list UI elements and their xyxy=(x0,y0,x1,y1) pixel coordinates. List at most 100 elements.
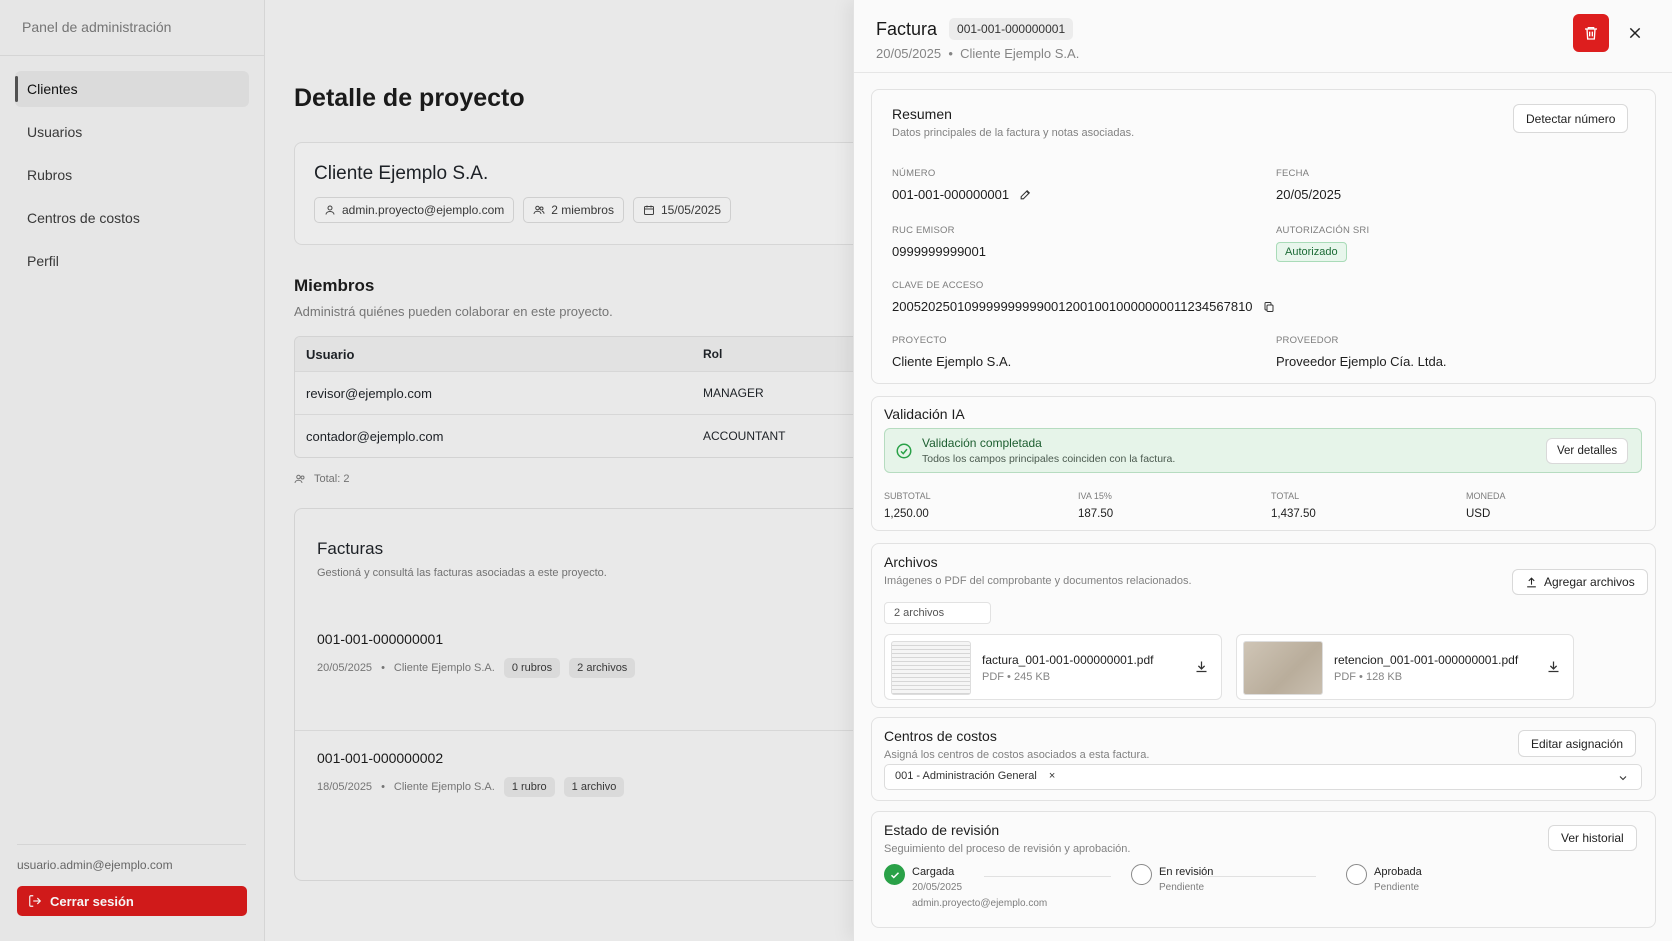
iva-value: 187.50 xyxy=(1078,508,1114,520)
numero-value: 001-001-000000001 xyxy=(892,187,1010,202)
step-status: Pendiente xyxy=(1374,882,1420,893)
edit-assignment-button[interactable]: Editar asignación xyxy=(1518,730,1637,757)
review-status-card: Estado de revisión Seguimiento del proce… xyxy=(871,811,1656,928)
view-details-button[interactable]: Ver detalles xyxy=(1546,438,1629,464)
file-name: factura_001-001-000000001.pdf xyxy=(982,653,1154,667)
field-clave: Clave de acceso 200520250109999999999001… xyxy=(892,280,1275,314)
meta-separator: • xyxy=(948,46,953,61)
add-files-label: Agregar archivos xyxy=(1544,575,1635,589)
field-fecha: Fecha 20/05/2025 xyxy=(1276,168,1341,202)
download-icon[interactable] xyxy=(1546,659,1561,674)
invoice-detail-panel: Factura 001-001-000000001 20/05/2025 • C… xyxy=(853,0,1672,941)
file-thumbnail xyxy=(891,641,971,695)
validation-status-title: Validación completada xyxy=(922,436,1042,450)
step-name: Aprobada xyxy=(1374,866,1422,878)
moneda-label: Moneda xyxy=(1466,491,1506,501)
files-count: 2 archivos xyxy=(884,602,991,624)
summary-title: Resumen xyxy=(892,106,952,122)
total-value: 1,437.50 xyxy=(1271,508,1316,520)
copy-icon[interactable] xyxy=(1263,301,1275,313)
proveedor-label: Proveedor xyxy=(1276,335,1339,346)
file-meta: PDF • 128 KB xyxy=(1334,671,1403,683)
file-item[interactable]: retencion_001-001-000000001.pdf PDF • 12… xyxy=(1236,634,1574,700)
panel-meta: 20/05/2025 • Cliente Ejemplo S.A. xyxy=(876,46,1650,61)
cost-center-select[interactable]: 001 - Administración General × xyxy=(884,764,1642,790)
file-name: retencion_001-001-000000001.pdf xyxy=(1334,653,1519,667)
step-user: admin.proyecto@ejemplo.com xyxy=(912,898,1048,909)
ruc-label: RUC emisor xyxy=(892,225,955,236)
view-history-button[interactable]: Ver historial xyxy=(1548,825,1637,851)
field-numero: Número 001-001-000000001 xyxy=(892,168,1032,202)
step-name: Cargada xyxy=(912,866,955,878)
file-meta: PDF • 245 KB xyxy=(982,671,1051,683)
file-thumbnail xyxy=(1243,641,1323,695)
proyecto-label: Proyecto xyxy=(892,335,947,346)
chevron-down-icon xyxy=(1619,776,1627,781)
iva-field: IVA 15% 187.50 xyxy=(1078,491,1113,520)
review-title: Estado de revisión xyxy=(884,822,1000,838)
subtotal-value: 1,250.00 xyxy=(884,508,929,520)
check-icon xyxy=(890,871,899,879)
moneda-value: USD xyxy=(1466,508,1491,520)
validation-status-box: Validación completada Todos los campos p… xyxy=(884,428,1642,473)
cost-centers-title: Centros de costos xyxy=(884,728,997,744)
cost-centers-subtitle: Asigná los centros de costos asociados a… xyxy=(884,749,1150,761)
upload-icon xyxy=(1527,576,1536,587)
panel-header: Factura 001-001-000000001 20/05/2025 • C… xyxy=(854,0,1672,73)
field-ruc: RUC emisor 0999999999001 xyxy=(892,225,986,259)
iva-label: IVA 15% xyxy=(1078,491,1112,501)
edit-pencil-icon[interactable] xyxy=(1019,188,1032,201)
trash-icon xyxy=(1585,27,1597,40)
numero-label: Número xyxy=(892,168,936,179)
files-subtitle: Imágenes o PDF del comprobante y documen… xyxy=(884,575,1192,587)
check-circle-icon xyxy=(896,443,912,459)
download-icon[interactable] xyxy=(1194,659,1209,674)
files-title: Archivos xyxy=(884,554,938,570)
moneda-field: Moneda USD xyxy=(1466,491,1506,520)
file-item[interactable]: factura_001-001-000000001.pdf PDF • 245 … xyxy=(884,634,1222,700)
summary-subtitle: Datos principales de la factura y notas … xyxy=(892,127,1135,139)
validation-status-sub: Todos los campos principales coinciden c… xyxy=(922,453,1176,465)
proveedor-value: Proveedor Ejemplo Cía. Ltda. xyxy=(1276,354,1447,369)
review-subtitle: Seguimiento del proceso de revisión y ap… xyxy=(884,843,1131,855)
field-proveedor: Proveedor Proveedor Ejemplo Cía. Ltda. xyxy=(1276,335,1447,369)
invoice-number-badge: 001-001-000000001 xyxy=(949,18,1074,40)
fecha-label: Fecha xyxy=(1276,168,1310,179)
summary-card: Resumen Datos principales de la factura … xyxy=(871,89,1656,384)
clave-label: Clave de acceso xyxy=(892,280,984,291)
subtotal-label: Subtotal xyxy=(884,491,931,501)
field-autorizacion: Autorización SRI Autorizado xyxy=(1276,225,1370,262)
panel-meta-client: Cliente Ejemplo S.A. xyxy=(960,46,1080,61)
total-field: Total 1,437.50 xyxy=(1271,491,1316,520)
auth-label: Autorización SRI xyxy=(1276,225,1370,236)
delete-invoice-button[interactable] xyxy=(1573,14,1609,52)
close-panel-button[interactable] xyxy=(1623,21,1647,45)
step-pending-indicator xyxy=(1131,864,1152,885)
cost-centers-card: Centros de costos Asigná los centros de … xyxy=(871,717,1656,801)
modal-backdrop[interactable] xyxy=(0,0,853,941)
files-card: Archivos Imágenes o PDF del comprobante … xyxy=(871,543,1656,708)
total-label: Total xyxy=(1271,491,1300,501)
step-connector xyxy=(984,876,1111,877)
cost-center-tag-label: 001 - Administración General xyxy=(895,770,1037,782)
step-name: En revisión xyxy=(1159,866,1214,878)
step-connector xyxy=(1200,876,1316,877)
step-status: Pendiente xyxy=(1159,882,1205,893)
add-files-button[interactable]: Agregar archivos xyxy=(1512,569,1648,595)
detect-number-button[interactable]: Detectar número xyxy=(1513,104,1629,133)
step-done-indicator xyxy=(884,864,905,885)
panel-title: Factura xyxy=(876,18,938,39)
field-proyecto: Proyecto Cliente Ejemplo S.A. xyxy=(892,335,1011,369)
status-badge: Autorizado xyxy=(1276,242,1347,262)
step-pending-indicator xyxy=(1346,864,1367,885)
clave-value: 2005202501099999999990012001001000000001… xyxy=(892,299,1253,314)
validation-card: Validación IA Validación completada Todo… xyxy=(871,396,1656,531)
cost-center-tag: 001 - Administración General × xyxy=(895,770,1055,782)
validation-title: Validación IA xyxy=(884,406,965,422)
panel-meta-date: 20/05/2025 xyxy=(876,46,942,61)
subtotal-field: Subtotal 1,250.00 xyxy=(884,491,931,520)
remove-tag-icon[interactable]: × xyxy=(1049,770,1055,782)
ruc-value: 0999999999001 xyxy=(892,244,986,259)
close-icon xyxy=(1629,27,1641,39)
proyecto-value: Cliente Ejemplo S.A. xyxy=(892,354,1012,369)
